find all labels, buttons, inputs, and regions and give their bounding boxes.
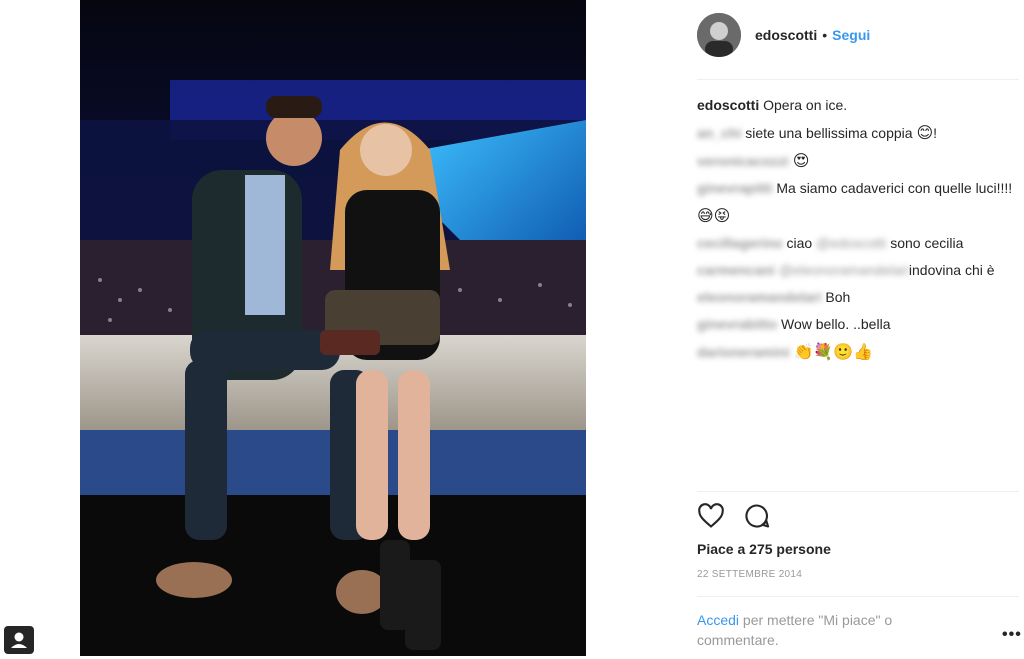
- post-date: 22 SETTEMBRE 2014: [697, 569, 803, 580]
- comment-username[interactable]: an_chi: [697, 125, 741, 141]
- comment-text: Opera on ice.: [763, 97, 848, 113]
- comment-text: ciao: [786, 235, 813, 251]
- comment-username[interactable]: edoscotti: [697, 97, 759, 113]
- divider: [697, 596, 1019, 597]
- more-options-icon[interactable]: •••: [1002, 626, 1022, 644]
- comment-text: Boh: [825, 289, 851, 305]
- divider: [697, 491, 1019, 492]
- comment-suffix: !: [933, 125, 938, 141]
- comment-emoji: 😅😝: [697, 206, 731, 225]
- comment-username[interactable]: darioneramini: [697, 344, 790, 360]
- post-header: edoscotti • Segui: [697, 12, 1019, 58]
- comment-username[interactable]: cecillagerino: [697, 235, 783, 251]
- heart-icon[interactable]: [697, 502, 725, 530]
- login-link[interactable]: Accedi: [697, 612, 739, 628]
- likes-count[interactable]: Piace a 275 persone: [697, 541, 831, 557]
- comment-username[interactable]: veronicacozzi: [697, 153, 789, 169]
- comment-emoji: 😊: [916, 123, 934, 142]
- comment-item: ginevrabitto Wow bello. ..bella: [697, 311, 1019, 338]
- comment-item: darioneramini 👏💐🙂👍: [697, 338, 1019, 366]
- comment-icon[interactable]: [743, 502, 771, 530]
- comment-item: veronicacozzi 😍: [697, 147, 1019, 175]
- comment-username[interactable]: ginevrabitto: [697, 316, 777, 332]
- follow-button[interactable]: Segui: [832, 27, 870, 43]
- divider: [697, 79, 1019, 80]
- comment-item: an_chi siete una bellissima coppia 😊!: [697, 119, 1019, 147]
- comment-emoji: 👏💐🙂👍: [793, 342, 874, 361]
- comment-item: carmencani @eleonoramandelariindovina ch…: [697, 257, 1019, 284]
- comment-item: cecillagerino ciao @edoscotti sono cecil…: [697, 230, 1019, 257]
- comment-mention[interactable]: @eleonoramandelari: [779, 262, 909, 278]
- post-image: [80, 0, 586, 656]
- comment-emoji: 😍: [792, 151, 810, 170]
- post-sidebar: edoscotti • Segui edoscotti Opera on ice…: [697, 0, 1022, 656]
- comment-username[interactable]: ginevrapitti: [697, 180, 772, 196]
- comment-username[interactable]: carmencani: [697, 262, 775, 278]
- comment-text: Ma siamo cadaverici con quelle luci!!!!: [776, 180, 1013, 196]
- comment-list: edoscotti Opera on ice. an_chi siete una…: [697, 92, 1019, 366]
- comment-text: siete una bellissima coppia: [745, 125, 913, 141]
- comment-mention[interactable]: @edoscotti: [816, 235, 886, 251]
- separator-dot: •: [822, 27, 828, 43]
- comment-item: eleonoramandelari Boh: [697, 284, 1019, 311]
- action-bar: [697, 502, 771, 530]
- comment-text: Wow bello. ..bella: [781, 316, 891, 332]
- user-tag-icon: [11, 632, 27, 648]
- comment-text: indovina chi è: [908, 262, 995, 278]
- username-link[interactable]: edoscotti: [755, 27, 817, 43]
- post-photo[interactable]: [80, 0, 586, 656]
- comment-text: sono cecilia: [890, 235, 964, 251]
- avatar[interactable]: [697, 13, 741, 57]
- comment-username[interactable]: eleonoramandelari: [697, 289, 822, 305]
- login-prompt: Accedi per mettere "Mi piace" o commenta…: [697, 610, 957, 650]
- user-tag-button[interactable]: [4, 626, 34, 654]
- comment-item: ginevrapitti Ma siamo cadaverici con que…: [697, 175, 1019, 230]
- comment-item: edoscotti Opera on ice.: [697, 92, 1019, 119]
